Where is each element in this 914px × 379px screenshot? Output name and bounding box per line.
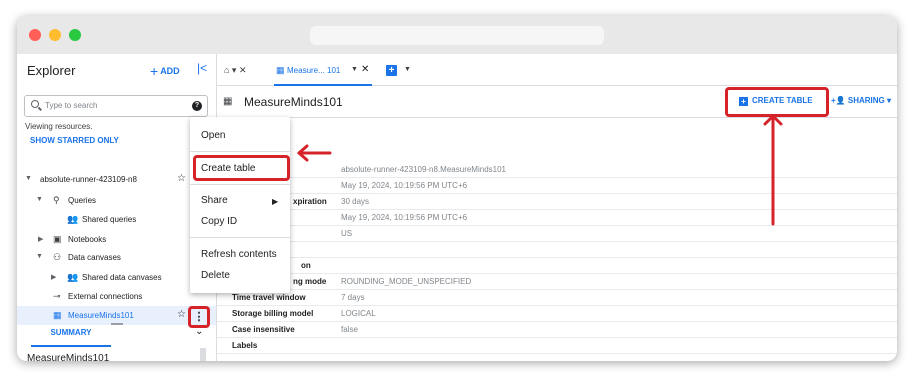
browser-window: Explorer + ADD |< Type to search ? Viewin…: [17, 16, 897, 361]
annotation-arrows: [297, 114, 783, 226]
